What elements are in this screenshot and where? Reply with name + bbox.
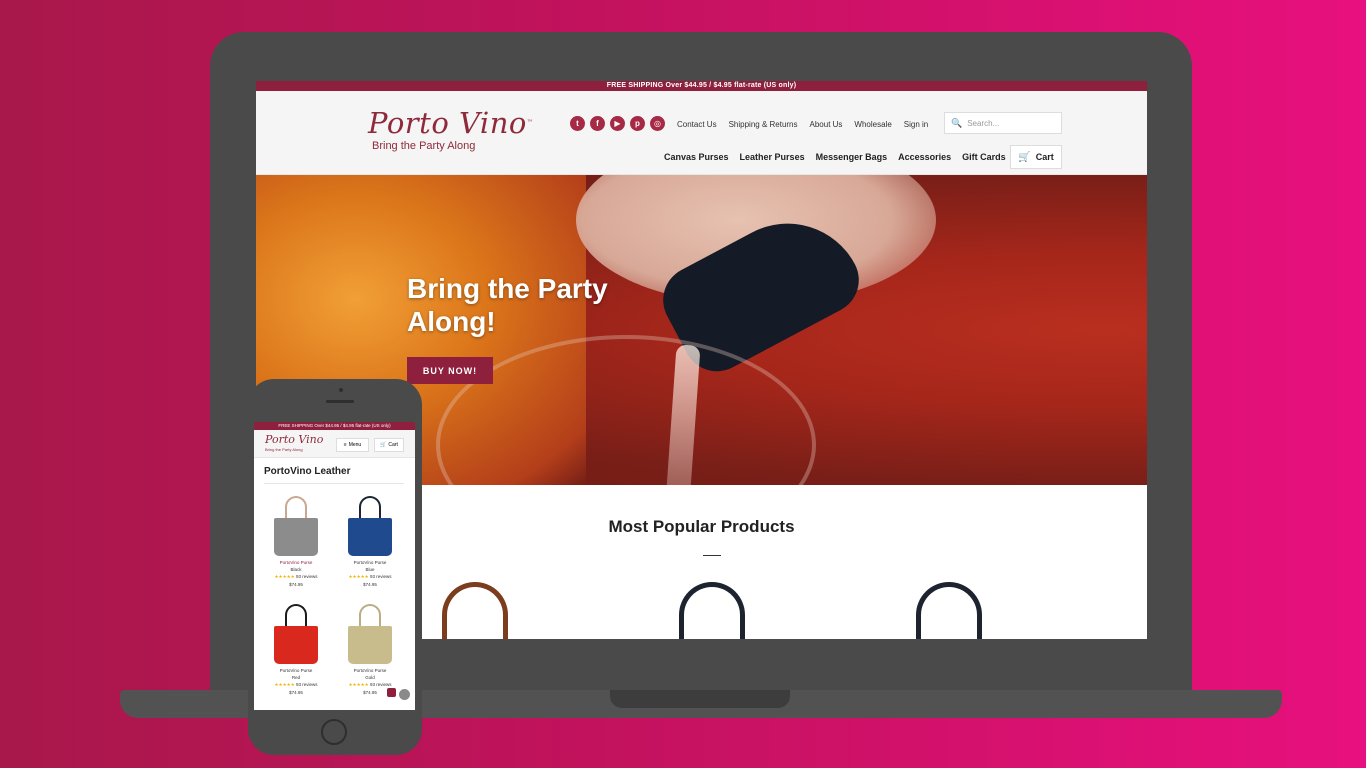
- product-color: Blue: [365, 567, 375, 572]
- review-count: 93 reviews: [369, 682, 392, 687]
- nav-leather-purses[interactable]: Leather Purses: [740, 152, 805, 162]
- product-name[interactable]: PortoVino Purse: [262, 560, 330, 565]
- product-name[interactable]: PortoVino Purse: [336, 668, 404, 673]
- product-card[interactable]: PortoVino Purse Red ★★★★★ 93 reviews $74…: [262, 604, 330, 695]
- shipping-banner: FREE SHIPPING Over $44.95 / $4.95 flat-r…: [256, 81, 1147, 91]
- cart-label: Cart: [1035, 152, 1054, 162]
- mobile-site: FREE SHIPPING Over $44.95 / $4.95 flat-r…: [254, 422, 415, 710]
- product-color: Red: [291, 675, 301, 680]
- product-price: $74.95: [363, 582, 377, 587]
- pinterest-icon[interactable]: p: [630, 116, 645, 131]
- hamburger-icon: ≡: [343, 442, 347, 448]
- shipping-returns-link[interactable]: Shipping & Returns: [729, 120, 798, 129]
- logo[interactable]: Porto Vino™ Bring the Party Along: [368, 107, 533, 152]
- cart-icon: 🛒: [380, 442, 387, 448]
- bag-handle: [359, 496, 381, 518]
- product-image: [348, 626, 392, 664]
- page-title: PortoVino Leather: [264, 466, 351, 477]
- contact-us-link[interactable]: Contact Us: [677, 120, 717, 129]
- product-color: Black: [290, 567, 302, 572]
- product-image-brown-bag[interactable]: [442, 582, 508, 639]
- cart-icon: 🛒: [1018, 151, 1031, 163]
- product-rating: ★★★★★ 93 reviews: [262, 574, 330, 580]
- product-image-navy-bag[interactable]: [679, 582, 745, 639]
- facebook-icon[interactable]: f: [590, 116, 605, 131]
- product-rating: ★★★★★ 93 reviews: [336, 574, 404, 580]
- product-rating: ★★★★★ 93 reviews: [262, 682, 330, 688]
- product-name[interactable]: PortoVino Purse: [336, 560, 404, 565]
- product-card[interactable]: PortoVino Purse Black ★★★★★ 93 reviews $…: [262, 496, 330, 587]
- star-icons: ★★★★★: [274, 574, 295, 579]
- chat-avatar-icon[interactable]: [398, 688, 411, 701]
- twitter-icon[interactable]: t: [570, 116, 585, 131]
- about-us-link[interactable]: About Us: [810, 120, 843, 129]
- search-icon: 🔍: [951, 117, 963, 128]
- product-card[interactable]: PortoVino Purse Blue ★★★★★ 93 reviews $7…: [336, 496, 404, 587]
- review-count: 93 reviews: [369, 574, 392, 579]
- logo-wordmark: Porto Vino™: [368, 106, 534, 140]
- mobile-header: Porto Vino Bring the Party Along ≡ Menu …: [254, 430, 415, 458]
- phone-camera: [339, 388, 343, 392]
- logo-tagline: Bring the Party Along: [372, 140, 476, 152]
- menu-label: Menu: [348, 442, 362, 448]
- main-nav: Canvas Purses Leather Purses Messenger B…: [664, 152, 1006, 162]
- cart-button[interactable]: 🛒 Cart: [1010, 145, 1062, 169]
- mobile-menu-button[interactable]: ≡ Menu: [336, 438, 369, 452]
- title-divider: [703, 555, 721, 556]
- sign-in-link[interactable]: Sign in: [904, 120, 928, 129]
- search-input[interactable]: 🔍 Search...: [944, 112, 1062, 134]
- mobile-logo-tagline: Bring the Party Along: [265, 447, 303, 452]
- star-icons: ★★★★★: [348, 682, 369, 687]
- product-name[interactable]: PortoVino Purse: [262, 668, 330, 673]
- review-count: 93 reviews: [295, 682, 318, 687]
- bag-handle: [285, 496, 307, 518]
- star-icons: ★★★★★: [274, 682, 295, 687]
- phone-home-button: [321, 719, 347, 745]
- youtube-icon[interactable]: ▶: [610, 116, 625, 131]
- chat-badge[interactable]: [387, 688, 396, 697]
- cart-label: Cart: [388, 442, 398, 448]
- nav-gift-cards[interactable]: Gift Cards: [962, 152, 1006, 162]
- bag-handle: [359, 604, 381, 626]
- utility-nav: Contact Us Shipping & Returns About Us W…: [677, 120, 928, 129]
- nav-canvas-purses[interactable]: Canvas Purses: [664, 152, 729, 162]
- nav-accessories[interactable]: Accessories: [898, 152, 951, 162]
- site-header: Porto Vino™ Bring the Party Along t f ▶ …: [256, 91, 1147, 175]
- product-price: $74.95: [289, 582, 303, 587]
- product-image: [274, 626, 318, 664]
- buy-now-button[interactable]: BUY NOW!: [407, 357, 493, 384]
- bag-handle: [285, 604, 307, 626]
- search-placeholder: Search...: [967, 118, 1000, 128]
- product-color: Gold: [365, 675, 375, 680]
- product-image: [348, 518, 392, 556]
- social-links: t f ▶ p ◎: [570, 116, 665, 131]
- nav-messenger-bags[interactable]: Messenger Bags: [816, 152, 888, 162]
- product-card[interactable]: PortoVino Purse Gold ★★★★★ 93 reviews $7…: [336, 604, 404, 695]
- mobile-logo[interactable]: Porto Vino Bring the Party Along: [265, 433, 324, 453]
- mobile-logo-wordmark: Porto Vino: [265, 433, 324, 446]
- wholesale-link[interactable]: Wholesale: [854, 120, 891, 129]
- star-icons: ★★★★★: [348, 574, 369, 579]
- instagram-icon[interactable]: ◎: [650, 116, 665, 131]
- laptop-notch: [610, 690, 790, 708]
- title-divider: [264, 483, 404, 484]
- hero-title: Bring the Party Along!: [407, 273, 608, 337]
- product-image: [274, 518, 318, 556]
- product-image-black-bag[interactable]: [916, 582, 982, 639]
- mobile-shipping-banner: FREE SHIPPING Over $44.95 / $4.95 flat-r…: [254, 422, 415, 430]
- phone-speaker: [326, 400, 354, 403]
- review-count: 93 reviews: [295, 574, 318, 579]
- product-price: $74.95: [289, 690, 303, 695]
- mobile-cart-button[interactable]: 🛒 Cart: [374, 438, 404, 452]
